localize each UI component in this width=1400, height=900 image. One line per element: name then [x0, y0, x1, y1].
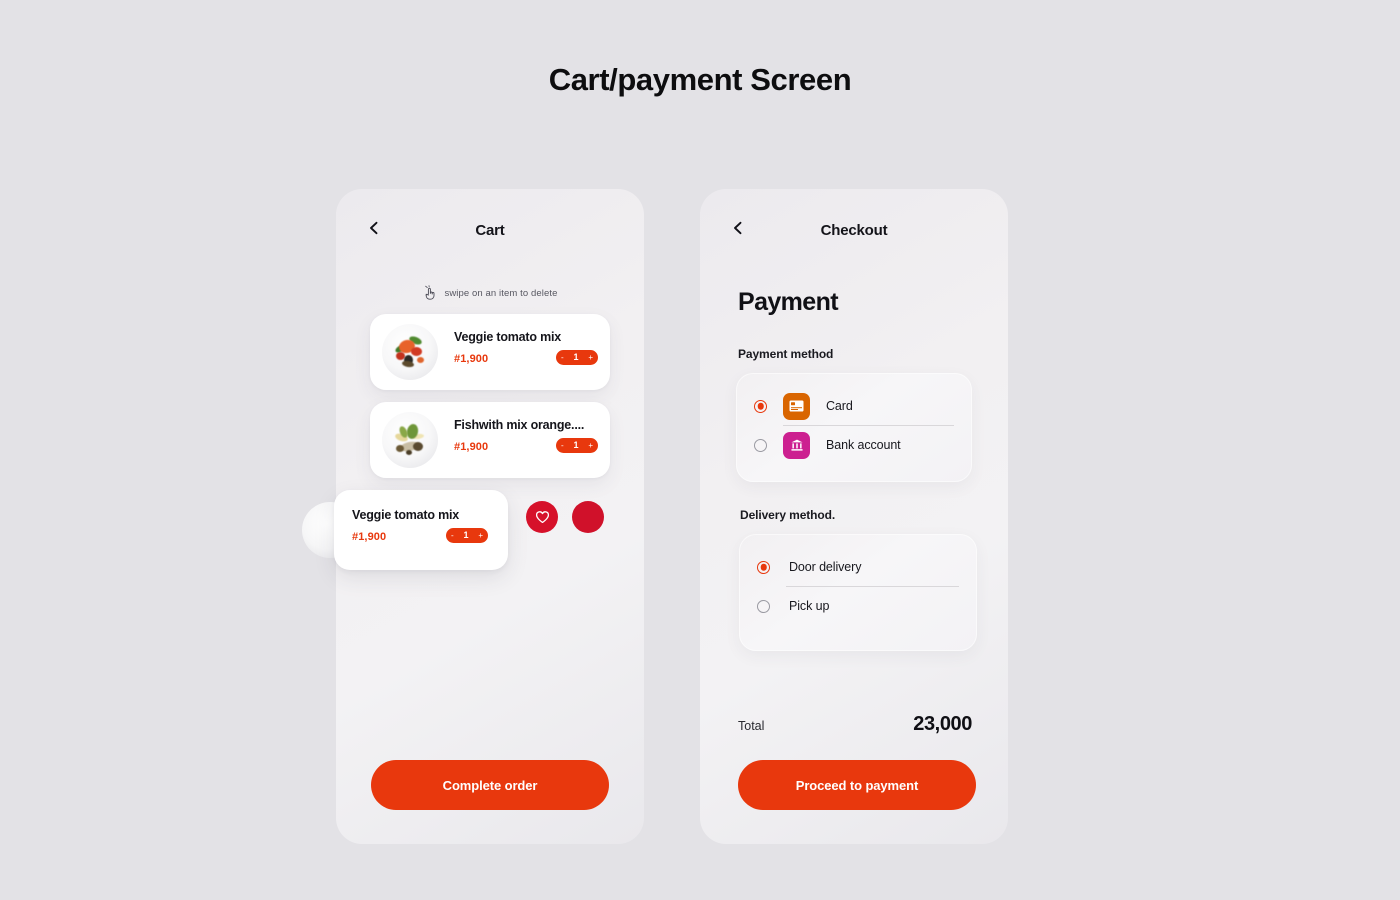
- increment-button[interactable]: +: [588, 441, 593, 450]
- payment-option-label: Bank account: [826, 438, 901, 452]
- delivery-method-label: Delivery method.: [740, 508, 836, 522]
- total-row: Total 23,000: [738, 713, 972, 736]
- cart-header: Cart: [336, 189, 644, 265]
- swipe-hint: swipe on an item to delete: [336, 285, 644, 301]
- quantity-value: 1: [463, 530, 469, 540]
- delivery-option-pickup[interactable]: Pick up: [757, 587, 959, 625]
- delivery-option-label: Pick up: [789, 599, 830, 613]
- radio-card[interactable]: [754, 399, 767, 413]
- delete-button[interactable]: [572, 501, 604, 533]
- payment-method-label: Payment method: [738, 347, 834, 361]
- total-label: Total: [738, 719, 765, 733]
- payment-method-card: Card Bank account: [736, 373, 972, 482]
- increment-button[interactable]: +: [478, 531, 483, 540]
- radio-door-delivery[interactable]: [757, 560, 770, 574]
- swipe-hand-icon: [423, 285, 438, 301]
- payment-option-label: Card: [826, 399, 853, 413]
- swiped-cart-item: Veggie tomato mix #1,900 - 1 +: [302, 490, 644, 572]
- checkout-title: Checkout: [820, 222, 888, 239]
- decrement-button[interactable]: -: [561, 353, 564, 362]
- swipe-action-buttons: [526, 501, 604, 533]
- swiped-item-card[interactable]: Veggie tomato mix #1,900 - 1 +: [334, 490, 508, 570]
- quantity-stepper[interactable]: - 1 +: [556, 438, 598, 453]
- food-thumbnail: [382, 324, 438, 380]
- checkout-header: Checkout: [700, 189, 1008, 265]
- item-name: Veggie tomato mix: [352, 508, 460, 522]
- favorite-button[interactable]: [526, 501, 558, 533]
- item-price: #1,900: [352, 531, 387, 543]
- quantity-value: 1: [573, 440, 579, 450]
- delivery-option-label: Door delivery: [789, 560, 862, 574]
- delivery-option-door[interactable]: Door delivery: [757, 548, 959, 586]
- cart-item-row[interactable]: Fishwith mix orange.... #1,900 - 1 +: [370, 402, 610, 478]
- cart-phone-frame: Cart swipe on an item to delete Veggie t…: [302, 189, 644, 844]
- total-value: 23,000: [913, 713, 972, 735]
- quantity-value: 1: [573, 352, 579, 362]
- heart-icon: [535, 510, 550, 524]
- radio-bank[interactable]: [754, 438, 767, 452]
- quantity-stepper[interactable]: - 1 +: [446, 528, 488, 543]
- cart-item-details: Veggie tomato mix #1,900 - 1 +: [454, 324, 598, 380]
- item-name: Veggie tomato mix: [454, 330, 562, 344]
- payment-option-bank[interactable]: Bank account: [754, 426, 954, 464]
- item-name: Fishwith mix orange....: [454, 418, 585, 432]
- radio-pick-up[interactable]: [757, 599, 770, 613]
- delivery-method-card: Door delivery Pick up: [739, 534, 977, 651]
- checkout-screen: Checkout Payment Payment method Card Ban…: [700, 189, 1008, 844]
- proceed-to-payment-button[interactable]: Proceed to payment: [738, 760, 976, 810]
- bank-building-icon: [783, 431, 810, 459]
- cart-title: Cart: [475, 222, 505, 239]
- cart-item-details: Veggie tomato mix #1,900 - 1 +: [352, 502, 500, 558]
- food-thumbnail: [382, 412, 438, 468]
- item-price: #1,900: [454, 353, 489, 365]
- page-title: Cart/payment Screen: [548, 62, 852, 97]
- cart-item-row[interactable]: Veggie tomato mix #1,900 - 1 +: [370, 314, 610, 390]
- quantity-stepper[interactable]: - 1 +: [556, 350, 598, 365]
- page-heading: Payment: [738, 288, 839, 316]
- complete-order-button[interactable]: Complete order: [371, 760, 609, 810]
- decrement-button[interactable]: -: [451, 531, 454, 540]
- swipe-hint-text: swipe on an item to delete: [444, 287, 558, 299]
- credit-card-icon: [783, 392, 810, 420]
- decrement-button[interactable]: -: [561, 441, 564, 450]
- cart-item-details: Fishwith mix orange.... #1,900 - 1 +: [454, 412, 598, 468]
- cart-item-list: Veggie tomato mix #1,900 - 1 + Fishwith …: [336, 314, 644, 478]
- checkout-phone-frame: Checkout Payment Payment method Card Ban…: [700, 189, 1008, 844]
- increment-button[interactable]: +: [588, 353, 593, 362]
- item-price: #1,900: [454, 441, 489, 453]
- payment-option-card[interactable]: Card: [754, 387, 954, 425]
